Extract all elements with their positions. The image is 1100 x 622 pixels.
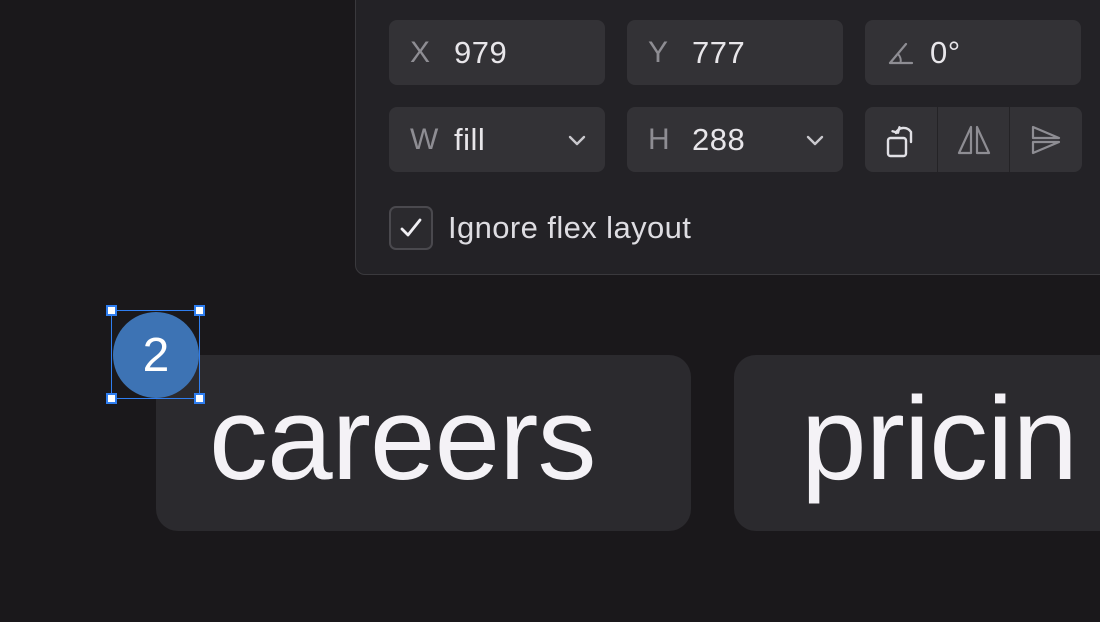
rotate-icon [886, 125, 913, 157]
height-value[interactable]: 288 [692, 122, 745, 158]
width-value[interactable]: fill [454, 122, 485, 158]
nav-item-careers[interactable]: careers [156, 355, 691, 531]
resize-handle-bottom-left[interactable] [106, 393, 117, 404]
chevron-down-icon[interactable] [803, 128, 827, 152]
x-axis-label: X [410, 35, 431, 69]
height-field[interactable]: H 288 [627, 107, 843, 172]
transform-button-group [865, 107, 1082, 172]
y-position-field[interactable]: Y 777 [627, 20, 843, 85]
rotation-value[interactable]: 0° [930, 35, 961, 71]
number-badge[interactable]: 2 [113, 312, 199, 398]
width-field[interactable]: W fill [389, 107, 605, 172]
nav-item-label: pricin [801, 373, 1078, 505]
w-axis-label: W [410, 122, 439, 156]
nav-item-label: careers [209, 373, 596, 505]
rotate-button[interactable] [865, 107, 938, 172]
angle-icon [886, 38, 930, 68]
h-axis-label: H [648, 122, 670, 156]
rotation-field[interactable]: 0° [865, 20, 1081, 85]
design-canvas[interactable]: X 979 Y 777 0° W fill H 288 Ignore flex … [0, 0, 1100, 622]
flip-vertical-button[interactable] [1010, 107, 1082, 172]
flip-horizontal-button[interactable] [938, 107, 1011, 172]
x-position-field[interactable]: X 979 [389, 20, 605, 85]
properties-panel: X 979 Y 777 0° W fill H 288 Ignore flex … [355, 0, 1100, 275]
ignore-flex-label: Ignore flex layout [448, 210, 692, 245]
flip-horizontal-icon [957, 125, 990, 154]
resize-handle-top-right[interactable] [194, 305, 205, 316]
chevron-down-icon[interactable] [565, 128, 589, 152]
y-axis-label: Y [648, 35, 669, 69]
checkmark-icon [400, 218, 422, 237]
ignore-flex-checkbox[interactable] [389, 206, 433, 250]
nav-item-pricing[interactable]: pricin [734, 355, 1100, 531]
selection-box[interactable]: 2 [106, 305, 205, 404]
flip-vertical-icon [1032, 125, 1061, 154]
resize-handle-bottom-right[interactable] [194, 393, 205, 404]
y-value[interactable]: 777 [692, 35, 745, 71]
resize-handle-top-left[interactable] [106, 305, 117, 316]
x-value[interactable]: 979 [454, 35, 507, 71]
